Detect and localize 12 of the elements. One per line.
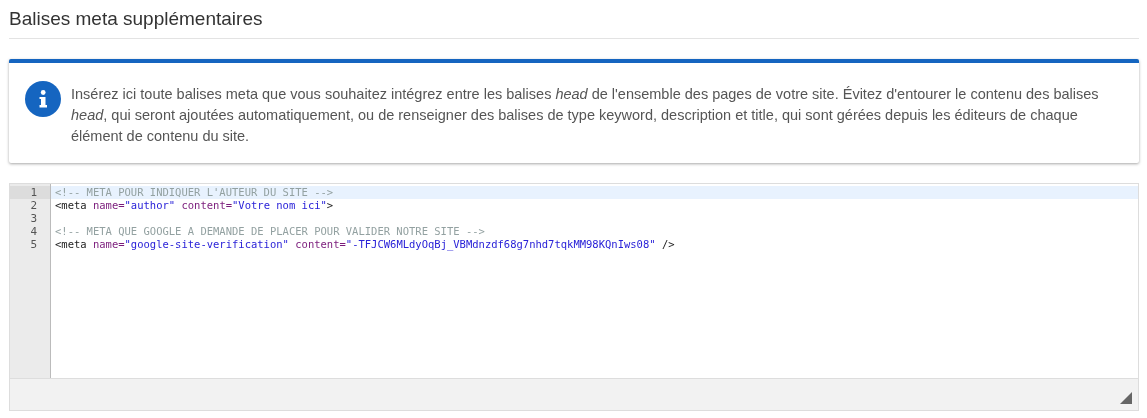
code-line: <meta name="author" content="Votre nom ici"> (54, 199, 335, 212)
line-number: 4 (29, 225, 38, 238)
info-icon (25, 81, 61, 117)
line-number: 5 (29, 238, 38, 251)
line-number: 3 (29, 212, 38, 225)
code-line: <!-- META QUE GOOGLE A DEMANDE DE PLACER POUR VALIDER NOTRE SITE --> (54, 225, 486, 238)
section-title: Balises meta supplémentaires (9, 0, 1139, 39)
line-number: 1 (10, 186, 50, 199)
line-number: 2 (29, 199, 38, 212)
resize-handle-icon[interactable] (1120, 392, 1132, 404)
info-text: Insérez ici toute balises meta que vous souhaitez intégrez entre les balises head de l'ensemble des pages de votre site. Évitez d'entourer le contenu des balises head, qui seront ajoutées automatiquement, ou de renseigner des balises de type keyword, description et title, qui sont gérées depuis les éditeurs de chaque élément de contenu du site. (71, 85, 1100, 146)
code-line: <meta name="google-site-verification" content="-TFJCW6MLdyOqBj_VBMdnzdf68g7nhd7tqkMM98KQnIws08" /> (54, 238, 676, 251)
